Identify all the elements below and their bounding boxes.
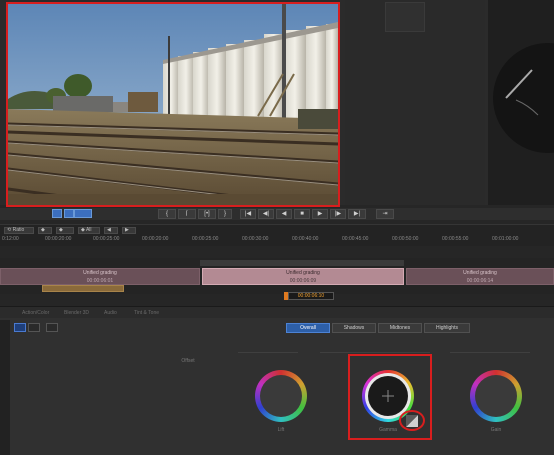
tab-blender-3d[interactable]: Blender 3D: [64, 310, 89, 316]
segment-overall[interactable]: Overall: [286, 323, 330, 333]
loop-button[interactable]: ⇥: [376, 209, 394, 219]
segment-midtones[interactable]: Midtones: [378, 323, 422, 333]
gain-wheel[interactable]: [470, 370, 522, 422]
timeline-ruler[interactable]: ⟲ Ratio ◆ ◆ ◆ All ◀ ▶ 0:12:00 00:00:20:0…: [0, 224, 554, 246]
wheel-label-gain: Gain: [490, 427, 502, 433]
offset-wheel[interactable]: [255, 370, 307, 422]
wheel-center: [475, 375, 517, 417]
clip-grading-active[interactable]: Unified grading 00:00:06:09: [202, 268, 404, 285]
railyard-image: [8, 4, 338, 205]
ruler-tick: 00:00:50:00: [392, 236, 419, 242]
range-segments: Overall Shadows Midtones Highlights: [286, 323, 470, 333]
play-reverse-button[interactable]: ◀: [276, 209, 292, 219]
stop-button[interactable]: ■: [294, 209, 310, 219]
go-to-in-button[interactable]: ⌈: [178, 209, 196, 219]
play-button[interactable]: ▶: [312, 209, 328, 219]
segment-highlights[interactable]: Highlights: [424, 323, 470, 333]
scroll-right-button[interactable]: ▶: [122, 227, 136, 234]
all-markers-button[interactable]: ◆ All: [78, 227, 100, 234]
ruler-tick: 00:00:45:00: [342, 236, 369, 242]
audio-clip[interactable]: [42, 285, 124, 292]
thumbnail-panel: [345, 0, 485, 205]
next-frame-button[interactable]: |▶: [330, 209, 346, 219]
scroll-left-button[interactable]: ◀: [104, 227, 118, 234]
curves-icon[interactable]: [46, 323, 58, 332]
transport-bar: { ⌈ [•] } |◀ ◀| ◀ ■ ▶ |▶ ▶| ⇥: [0, 208, 554, 220]
ruler-tick: 00:00:25:00: [93, 236, 120, 242]
left-toolbar: [0, 320, 10, 455]
ruler-tick: 00:00:30:00: [242, 236, 269, 242]
panel-tabs: Action/Color Blender 3D Audio Tint & Ton…: [0, 306, 554, 318]
wheel-caption: Offset: [181, 358, 195, 364]
timecode-display: 00:00:06:10: [288, 292, 334, 300]
tab-tint-tone[interactable]: Tint & Tone: [134, 310, 159, 316]
wheel-label-offset: Lift: [277, 427, 285, 433]
color-wheel-icon[interactable]: [14, 323, 26, 332]
mark-out-button[interactable]: }: [218, 209, 232, 219]
divider: [450, 352, 530, 353]
mark-in-button[interactable]: {: [158, 209, 176, 219]
next-marker-button[interactable]: ◆: [56, 227, 74, 234]
split-view-icon[interactable]: [64, 209, 74, 218]
ratio-control[interactable]: ⟲ Ratio: [4, 227, 34, 234]
wheel-center: [260, 375, 302, 417]
ruler-tick: 00:00:20:00: [45, 236, 72, 242]
ruler-tick: 00:00:40:00: [292, 236, 319, 242]
clip-grading[interactable]: Unified grading 00:00:06:14: [406, 268, 554, 285]
clear-marks-button[interactable]: [•]: [198, 209, 216, 219]
ruler-tick: 00:00:25:00: [192, 236, 219, 242]
go-start-button[interactable]: |◀: [240, 209, 256, 219]
prev-marker-button[interactable]: ◆: [38, 227, 52, 234]
tab-audio[interactable]: Audio: [104, 310, 117, 316]
compare-view-icon[interactable]: [74, 209, 92, 218]
annotation-circle: [399, 410, 425, 431]
video-preview[interactable]: [6, 2, 340, 207]
scope-panel: [488, 0, 554, 205]
ruler-tick: 00:00:20:00: [142, 236, 169, 242]
single-view-icon[interactable]: [52, 209, 62, 218]
thumbnail[interactable]: [385, 2, 425, 32]
divider: [320, 352, 430, 353]
tab-action-color[interactable]: Action/Color: [22, 310, 49, 316]
go-end-button[interactable]: ▶|: [348, 209, 366, 219]
ruler-tick: 00:00:55:00: [442, 236, 469, 242]
rgb-icon[interactable]: [28, 323, 40, 332]
clip-grading[interactable]: Unified grading 00:00:06:01: [0, 268, 200, 285]
divider: [238, 352, 298, 353]
ruler-tick: 0:12:00: [2, 236, 19, 242]
segment-shadows[interactable]: Shadows: [332, 323, 376, 333]
range-bar[interactable]: [200, 260, 404, 266]
grading-track: Unified grading 00:00:06:01 Unified grad…: [0, 258, 554, 294]
prev-frame-button[interactable]: ◀|: [258, 209, 274, 219]
vectorscope: [493, 43, 554, 153]
ruler-tick: 00:01:00:00: [492, 236, 519, 242]
